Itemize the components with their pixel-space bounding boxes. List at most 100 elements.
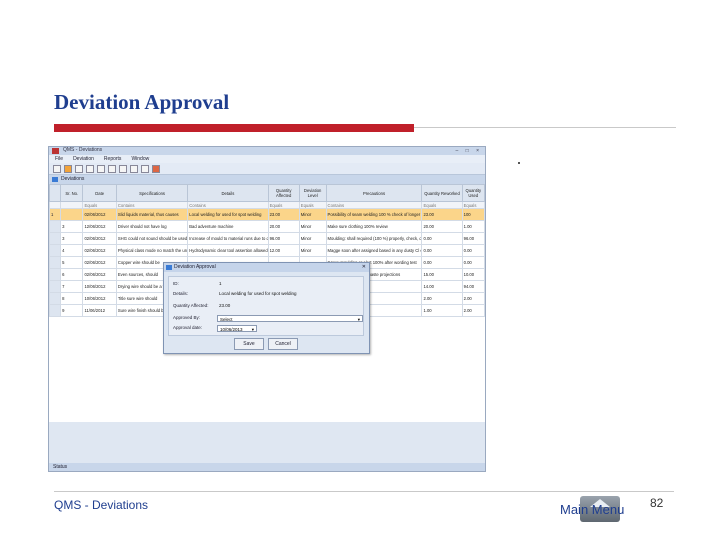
- table-cell[interactable]: 02/06/2012: [82, 208, 117, 221]
- row-header[interactable]: [49, 304, 62, 317]
- first-record-icon[interactable]: [97, 165, 105, 173]
- close-icon[interactable]: ✕: [362, 263, 366, 272]
- table-cell[interactable]: Increase of mould to material runs due t…: [187, 232, 269, 245]
- table-cell[interactable]: 0.00: [461, 244, 485, 257]
- calendar-dropdown-icon[interactable]: ▾: [252, 326, 254, 333]
- table-cell[interactable]: 02/06/2012: [82, 268, 117, 281]
- column-header[interactable]: Quantity Affected: [267, 184, 300, 202]
- table-cell[interactable]: Moulding: shall required (100 %) properl…: [325, 232, 423, 245]
- table-cell[interactable]: Make sure clothing 100% review: [325, 220, 423, 233]
- table-cell[interactable]: 5: [60, 256, 84, 269]
- table-cell[interactable]: 1.00: [421, 304, 463, 317]
- table-cell[interactable]: 3: [60, 232, 84, 245]
- table-cell[interactable]: 10.00: [461, 268, 485, 281]
- table-cell[interactable]: 100: [461, 208, 485, 221]
- table-cell[interactable]: 7: [60, 280, 84, 293]
- menu-file[interactable]: File: [55, 155, 63, 163]
- row-header[interactable]: [49, 256, 62, 269]
- table-cell[interactable]: 12/06/2012: [82, 220, 117, 233]
- column-header[interactable]: Quantity Reworked: [421, 184, 463, 202]
- table-cell[interactable]: 96.00: [267, 232, 300, 245]
- table-cell[interactable]: Possibility of seam welding 100 % check …: [325, 208, 423, 221]
- table-cell[interactable]: 94.00: [461, 280, 485, 293]
- table-cell[interactable]: 20.00: [421, 220, 463, 233]
- approved-by-select[interactable]: Select ▾: [217, 315, 363, 322]
- filter-cell[interactable]: Equals: [461, 201, 485, 209]
- previous-record-icon[interactable]: [108, 165, 116, 173]
- table-cell[interactable]: Minor: [298, 208, 327, 221]
- column-header[interactable]: Quantity Used: [461, 184, 485, 202]
- table-cell[interactable]: SHG could not sound should be used to co…: [115, 232, 189, 245]
- table-cell[interactable]: 02/06/2012: [82, 256, 117, 269]
- filter-cell[interactable]: Contains: [325, 201, 423, 209]
- table-cell[interactable]: 11/06/2012: [82, 304, 117, 317]
- table-cell[interactable]: Physical class mode no match the units i…: [115, 244, 189, 257]
- table-row[interactable]: 4 02/06/2012 Physical class mode no match …: [49, 244, 485, 257]
- table-cell[interactable]: 12.00: [267, 244, 300, 257]
- table-cell[interactable]: 96.00: [461, 232, 485, 245]
- table-cell[interactable]: Minor: [298, 244, 327, 257]
- table-cell[interactable]: 4: [60, 244, 84, 257]
- table-cell[interactable]: Minor: [298, 220, 327, 233]
- table-cell[interactable]: 10/06/2012: [82, 292, 117, 305]
- table-row[interactable]: 3 02/06/2012 SHG could not sound should be…: [49, 232, 485, 245]
- table-cell[interactable]: Driver should not have log: [115, 220, 189, 233]
- row-header[interactable]: [49, 220, 62, 233]
- row-header[interactable]: 1: [49, 208, 62, 221]
- table-cell[interactable]: 0.00: [421, 256, 463, 269]
- menu-window[interactable]: Window: [131, 155, 149, 163]
- filter-cell[interactable]: Contains: [187, 201, 269, 209]
- filter-cell[interactable]: [60, 201, 84, 209]
- column-header[interactable]: Sr. No.: [60, 184, 84, 202]
- table-cell[interactable]: Minor: [298, 232, 327, 245]
- table-cell[interactable]: 2.00: [461, 304, 485, 317]
- table-cell[interactable]: 23.00: [267, 208, 300, 221]
- refresh-icon[interactable]: [141, 165, 149, 173]
- cancel-button[interactable]: Cancel: [268, 338, 298, 350]
- column-header[interactable]: Date: [82, 184, 117, 202]
- next-record-icon[interactable]: [119, 165, 127, 173]
- table-cell[interactable]: 14.00: [421, 280, 463, 293]
- table-cell[interactable]: 20.00: [267, 220, 300, 233]
- table-row[interactable]: 3 12/06/2012 Driver should not have log Bad…: [49, 220, 485, 233]
- main-menu-button[interactable]: Main Menu: [558, 496, 642, 522]
- table-cell[interactable]: Bad adventure machine: [187, 220, 269, 233]
- table-cell[interactable]: 23.00: [421, 208, 463, 221]
- main-menu-label[interactable]: Main Menu: [560, 502, 624, 517]
- table-cell[interactable]: 3: [60, 220, 84, 233]
- chevron-down-icon[interactable]: ▾: [358, 316, 360, 323]
- filter-cell[interactable]: Equals: [298, 201, 327, 209]
- delete-icon[interactable]: [86, 165, 94, 173]
- table-cell[interactable]: 0.00: [461, 256, 485, 269]
- table-cell[interactable]: 0.00: [421, 244, 463, 257]
- table-cell[interactable]: Local welding for used for spot welding: [187, 208, 269, 221]
- window-buttons[interactable]: – □ ×: [456, 148, 483, 154]
- row-header[interactable]: [49, 232, 62, 245]
- menu-deviation[interactable]: Deviation: [73, 155, 94, 163]
- exit-icon[interactable]: [152, 165, 160, 173]
- table-cell[interactable]: Hydrodynamic clear tool assertion allowe…: [187, 244, 269, 257]
- column-header[interactable]: Deviation Level: [298, 184, 327, 202]
- filter-cell[interactable]: Contains: [115, 201, 189, 209]
- table-cell[interactable]: 15.00: [421, 268, 463, 281]
- row-header[interactable]: [49, 280, 62, 293]
- edit-icon[interactable]: [75, 165, 83, 173]
- filter-cell[interactable]: Equals: [267, 201, 300, 209]
- row-header[interactable]: [49, 268, 62, 281]
- save-icon[interactable]: [53, 165, 61, 173]
- table-cell[interactable]: 02/06/2012: [82, 232, 117, 245]
- row-header[interactable]: [49, 292, 62, 305]
- table-cell[interactable]: 2.00: [461, 292, 485, 305]
- menu-reports[interactable]: Reports: [104, 155, 122, 163]
- table-cell[interactable]: 9: [60, 304, 84, 317]
- add-icon[interactable]: [64, 165, 72, 173]
- save-button[interactable]: Save: [234, 338, 264, 350]
- filter-cell[interactable]: Equals: [82, 201, 117, 209]
- table-cell[interactable]: 02/06/2012: [82, 244, 117, 257]
- row-header[interactable]: [49, 244, 62, 257]
- column-header[interactable]: Details: [187, 184, 269, 202]
- table-cell[interactable]: 1.00: [461, 220, 485, 233]
- table-cell[interactable]: 10/06/2012: [82, 280, 117, 293]
- table-cell[interactable]: Slid liquids material, thus causes: [115, 208, 189, 221]
- last-record-icon[interactable]: [130, 165, 138, 173]
